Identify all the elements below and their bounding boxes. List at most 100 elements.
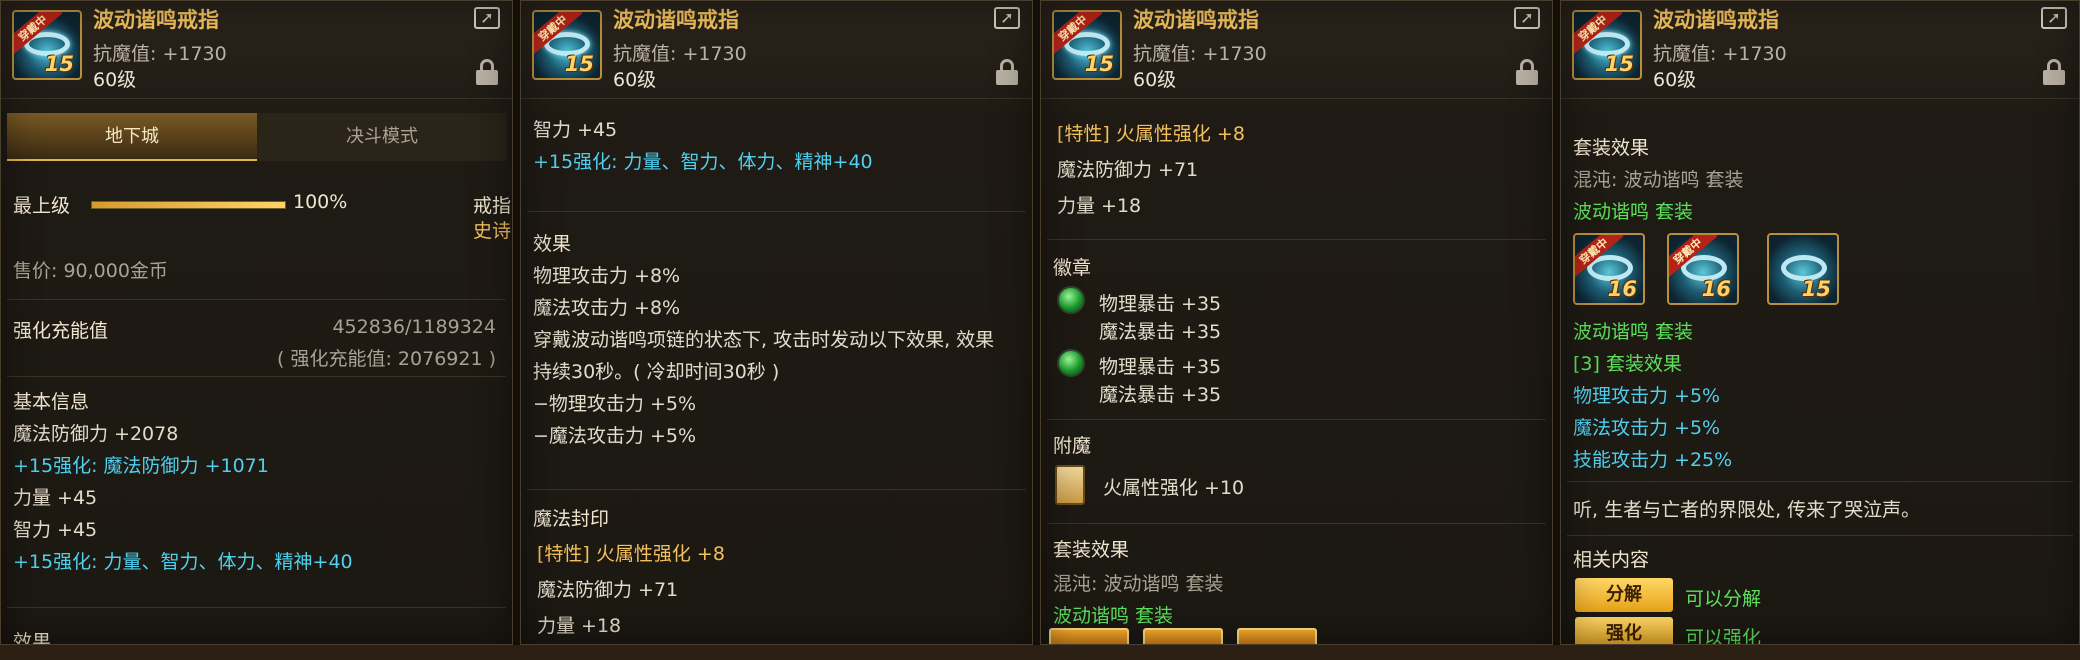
divider (1047, 419, 1546, 420)
enhance-level: 15 (564, 52, 594, 76)
lock-icon[interactable] (996, 59, 1018, 85)
divider (1567, 481, 2073, 482)
item-tooltip-panel-2: 穿戴中 15 波动谐鸣戒指 抗魔值: +1730 60级 ➚ 智力 +45 +1… (520, 0, 1033, 645)
anti-magic-value: 抗魔值: +1730 (1653, 43, 1787, 65)
set-item-icon[interactable]: 15 (1767, 233, 1839, 305)
seal-line: [特性] 火属性强化 +8 (1057, 123, 1245, 145)
set-effect-title: 套装效果 (1573, 137, 1650, 159)
item-slot: 戒指 (473, 195, 512, 217)
flavor-text: 听, 生者与亡者的界限处, 传来了哭泣声。 (1573, 499, 1921, 521)
tooltip-header: 穿戴中 15 波动谐鸣戒指 抗魔值: +1730 60级 ➚ (521, 1, 1032, 99)
set-bonus-line: 技能攻击力 +25% (1573, 449, 1733, 471)
effect-line: −魔法攻击力 +5% (533, 425, 697, 447)
divider (1047, 239, 1546, 240)
disassemble-button[interactable]: 分解 (1575, 578, 1673, 612)
set-effect-title: 套装效果 (1053, 539, 1130, 561)
grade-bar-fill (92, 202, 285, 208)
divider (7, 607, 506, 608)
share-link-icon[interactable]: ➚ (2041, 7, 2067, 29)
tab-pvp[interactable]: 决斗模式 (257, 113, 507, 161)
seal-line: 力量 +18 (1057, 195, 1142, 217)
set-item-icon (1237, 628, 1317, 644)
enhance-level: 15 (44, 52, 74, 76)
enhance-level: 16 (1701, 277, 1731, 301)
set-sub-title: 波动谐鸣 套装 (1053, 605, 1174, 627)
divider (1567, 535, 2073, 536)
item-tooltip-panel-3: 穿戴中 15 波动谐鸣戒指 抗魔值: +1730 60级 ➚ [特性] 火属性强… (1040, 0, 1553, 645)
divider (1047, 523, 1546, 524)
divider (527, 211, 1026, 212)
enhance-level: 15 (1801, 277, 1831, 301)
disassemble-status: 可以分解 (1685, 588, 1762, 610)
charge-label: 强化充能值 (13, 320, 109, 342)
seal-line: 力量 +18 (537, 615, 622, 637)
grade-bar (91, 201, 286, 209)
green-emblem-icon (1057, 286, 1085, 314)
set-bonus-title: [3] 套装效果 (1573, 353, 1682, 375)
emblem-line: 魔法暴击 +35 (1099, 321, 1222, 343)
mode-tabs: 地下城 决斗模式 (7, 113, 507, 161)
ring-item-icon: 穿戴中 15 (1052, 10, 1122, 80)
divider (7, 376, 506, 377)
item-rarity: 史诗 (473, 220, 512, 242)
item-level: 60级 (93, 69, 137, 91)
set-bonus-line: 物理攻击力 +5% (1573, 385, 1721, 407)
effect-line: 物理攻击力 +8% (533, 265, 681, 287)
grade-percent: 100% (293, 191, 348, 213)
seal-line: [特性] 火属性强化 +8 (537, 543, 725, 565)
anti-magic-value: 抗魔值: +1730 (1133, 43, 1267, 65)
item-tooltip-panel-1: 穿戴中 15 波动谐鸣戒指 抗魔值: +1730 60级 ➚ 地下城 决斗模式 … (0, 0, 513, 645)
charge-value: 452836/1189324 (332, 316, 496, 338)
anti-magic-value: 抗魔值: +1730 (613, 43, 747, 65)
ring-item-icon: 穿戴中 15 (12, 10, 82, 80)
set-bonus-line: 魔法攻击力 +5% (1573, 417, 1721, 439)
lock-icon[interactable] (476, 59, 498, 85)
set-item-icon (1143, 628, 1223, 644)
enhance-button[interactable]: 强化 (1575, 617, 1673, 644)
effect-line: −物理攻击力 +5% (533, 393, 697, 415)
emblem-line: 物理暴击 +35 (1099, 356, 1222, 378)
effect-line: 穿戴波动谐鸣项链的状态下, 攻击时发动以下效果, 效果 (533, 329, 995, 351)
effect-title-cut: 效果 (13, 631, 52, 645)
related-title: 相关内容 (1573, 549, 1650, 571)
basic-line: +15强化: 力量、智力、体力、精神+40 (13, 551, 353, 573)
tooltip-header: 穿戴中 15 波动谐鸣戒指 抗魔值: +1730 60级 ➚ (1041, 1, 1552, 99)
grade-label: 最上级 (13, 195, 71, 217)
lock-icon[interactable] (1516, 59, 1538, 85)
share-link-icon[interactable]: ➚ (994, 7, 1020, 29)
tab-dungeon[interactable]: 地下城 (7, 113, 257, 161)
stat-line: +15强化: 力量、智力、体力、精神+40 (533, 151, 873, 173)
item-name: 波动谐鸣戒指 (1653, 8, 1779, 32)
basic-line: 力量 +45 (13, 487, 98, 509)
basic-info-title: 基本信息 (13, 391, 90, 413)
basic-line: 魔法防御力 +2078 (13, 423, 179, 445)
set-sub-title: 波动谐鸣 套装 (1573, 201, 1694, 223)
item-level: 60级 (1133, 69, 1177, 91)
set-item-icon[interactable]: 穿戴中 16 (1573, 233, 1645, 305)
enhance-level: 15 (1604, 52, 1634, 76)
share-link-icon[interactable]: ➚ (1514, 7, 1540, 29)
item-tooltip-panel-4: 穿戴中 15 波动谐鸣戒指 抗魔值: +1730 60级 ➚ 套装效果 混沌: … (1560, 0, 2080, 645)
enchant-line: 火属性强化 +10 (1103, 477, 1245, 499)
share-link-icon[interactable]: ➚ (474, 7, 500, 29)
lock-icon[interactable] (2043, 59, 2065, 85)
set-item-icon[interactable]: 穿戴中 16 (1667, 233, 1739, 305)
enhance-level: 16 (1607, 277, 1637, 301)
item-price: 售价: 90,000金币 (13, 260, 168, 282)
item-name: 波动谐鸣戒指 (93, 8, 219, 32)
stat-line: 智力 +45 (533, 119, 618, 141)
divider (7, 299, 506, 300)
item-name: 波动谐鸣戒指 (1133, 8, 1259, 32)
effect-title: 效果 (533, 233, 572, 255)
seal-line: 魔法防御力 +71 (1057, 159, 1199, 181)
set-name: 混沌: 波动谐鸣 套装 (1573, 169, 1744, 191)
effect-line: 持续30秒。( 冷却时间30秒 ) (533, 361, 780, 383)
set-name: 混沌: 波动谐鸣 套装 (1053, 573, 1224, 595)
item-level: 60级 (613, 69, 657, 91)
emblem-title: 徽章 (1053, 257, 1092, 279)
enhance-level: 15 (1084, 52, 1114, 76)
green-emblem-icon (1057, 349, 1085, 377)
seal-line: 魔法防御力 +71 (537, 579, 679, 601)
basic-line: 智力 +45 (13, 519, 98, 541)
tooltip-header: 穿戴中 15 波动谐鸣戒指 抗魔值: +1730 60级 ➚ (1561, 1, 2079, 99)
